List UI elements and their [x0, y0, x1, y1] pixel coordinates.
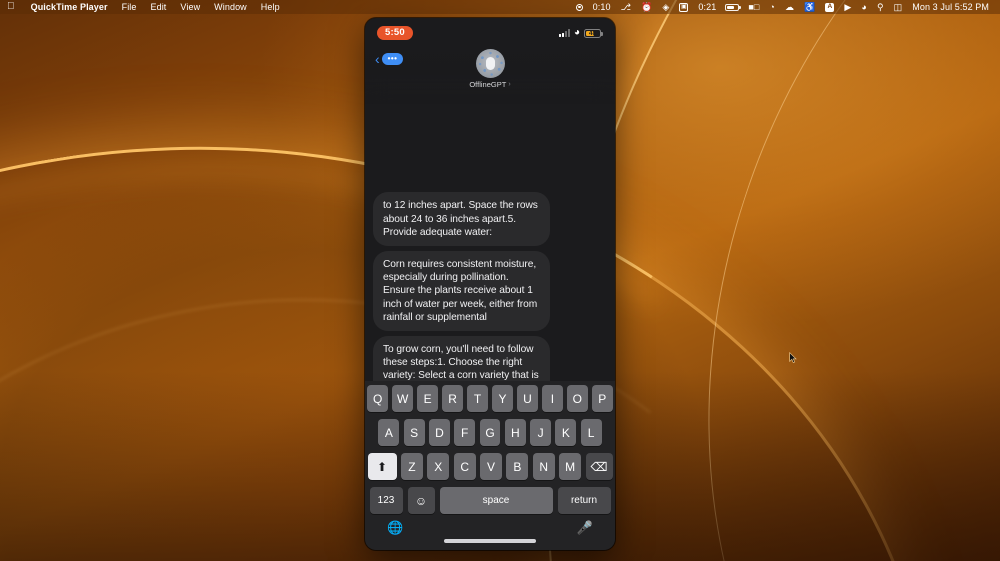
key-p[interactable]: P [592, 385, 613, 412]
key-q[interactable]: Q [367, 385, 388, 412]
key-f[interactable]: F [454, 419, 476, 446]
quicktime-iphone-mirror-window[interactable]: 5:50 ◕ 48 to 12 inches apart. Space the … [365, 18, 615, 550]
control-center-icon[interactable]: ◫ [889, 2, 908, 12]
message-bubble[interactable]: to 12 inches apart. Space the rows about… [373, 192, 550, 246]
menu-view[interactable]: View [173, 2, 207, 12]
letter-a-icon[interactable]: A [820, 2, 839, 12]
cloud-icon[interactable]: ☁ [780, 2, 799, 12]
key-z[interactable]: Z [401, 453, 423, 480]
key-r[interactable]: R [442, 385, 463, 412]
screen-recording-pill[interactable]: 5:50 [377, 25, 413, 41]
macos-desktop:  QuickTime Player File Edit View Window… [0, 0, 1000, 561]
key-i[interactable]: I [542, 385, 563, 412]
mouse-cursor [789, 352, 797, 364]
menu-bar-clock[interactable]: Mon 3 Jul 5:52 PM [907, 2, 994, 12]
key-d[interactable]: D [429, 419, 450, 446]
contact-info[interactable]: OfflineGPT › [469, 49, 511, 89]
search-icon[interactable]: ⚲ [872, 2, 889, 12]
contact-name: OfflineGPT [469, 80, 507, 89]
usb-icon[interactable]: ◔ [764, 2, 780, 12]
menu-bar-left:  QuickTime Player File Edit View Window… [0, 2, 287, 13]
battery-timer[interactable]: 0:21 [693, 2, 721, 12]
dropbox-icon[interactable]: ◈ [657, 2, 674, 12]
ios-status-bar: 5:50 ◕ 48 [365, 18, 615, 48]
battery-icon[interactable] [721, 3, 743, 11]
menu-file[interactable]: File [115, 2, 144, 12]
key-a[interactable]: A [378, 419, 400, 446]
key-j[interactable]: J [530, 419, 551, 446]
keyboard-row-1: Q W E R T Y U I O P [367, 385, 613, 412]
ios-keyboard: Q W E R T Y U I O P A S D F G H J K L ⬆ … [365, 381, 615, 550]
menu-help[interactable]: Help [254, 2, 287, 12]
apple-logo-icon[interactable]:  [7, 2, 15, 12]
avatar-glyph-icon [485, 57, 495, 70]
record-circle-icon[interactable] [571, 3, 588, 11]
key-e[interactable]: E [417, 385, 438, 412]
backspace-icon[interactable]: ⌫ [585, 453, 613, 480]
chevron-left-icon: ‹ [375, 51, 380, 67]
message-bubble[interactable]: Corn requires consistent moisture, espec… [373, 250, 550, 331]
key-c[interactable]: C [453, 453, 476, 480]
key-k[interactable]: K [555, 419, 577, 446]
wifi-icon: ◕ [573, 27, 580, 38]
battery-percent: 48 [588, 29, 597, 37]
key-u[interactable]: U [517, 385, 538, 412]
menu-window[interactable]: Window [207, 2, 254, 12]
screenshot-icon[interactable]: ▣ [674, 2, 693, 12]
home-indicator [444, 539, 536, 543]
wifi-icon[interactable]: ◕ [856, 2, 872, 12]
signal-bars-icon [558, 29, 570, 37]
key-b[interactable]: B [506, 453, 529, 480]
key-s[interactable]: S [403, 419, 425, 446]
key-w[interactable]: W [392, 385, 413, 412]
key-m[interactable]: M [559, 453, 582, 480]
key-x[interactable]: X [427, 453, 450, 480]
macos-menu-bar:  QuickTime Player File Edit View Window… [0, 0, 1000, 14]
unread-count-badge: ••• [381, 53, 404, 65]
screen-recording-timer[interactable]: 0:10 [588, 2, 616, 12]
contact-name-row: OfflineGPT › [469, 80, 510, 89]
shift-arrow-icon[interactable]: ⬆ [367, 453, 397, 480]
key-t[interactable]: T [467, 385, 488, 412]
status-right-group: ◕ 48 [558, 27, 603, 38]
bars-icon[interactable]: ■□ [743, 2, 764, 12]
menu-edit[interactable]: Edit [144, 2, 174, 12]
key-o[interactable]: O [567, 385, 588, 412]
headphones-icon[interactable]: ♿ [799, 2, 820, 12]
keyboard-row-3: ⬆ Z X C V B N M ⌫ [367, 453, 613, 480]
back-button[interactable]: ‹ ••• [375, 51, 404, 67]
globe-icon[interactable]: 🌐 [387, 520, 403, 536]
iphone-screen: 5:50 ◕ 48 to 12 inches apart. Space the … [365, 18, 615, 550]
conversation-header: ‹ ••• OfflineGPT › [365, 46, 615, 104]
microphone-icon[interactable]: 🎤 [577, 520, 593, 536]
battery-icon: 48 [584, 28, 603, 38]
key-v[interactable]: V [480, 453, 502, 480]
menu-app-name[interactable]: QuickTime Player [24, 2, 115, 12]
timemachine-icon[interactable]: ⏰ [636, 2, 657, 12]
play-circle-icon[interactable]: ▶ [839, 2, 856, 12]
key-g[interactable]: G [479, 419, 501, 446]
keyboard-bottom-bar: 🌐 🎤 [365, 506, 615, 550]
menu-bar-status-area: 0:10 ⎇ ⏰ ◈ ▣ 0:21 ■□ ◔ ☁ ♿ A ▶ ◕ ⚲ ◫ Mon… [571, 2, 1000, 12]
avatar[interactable] [475, 49, 505, 78]
bluetooth-icon[interactable]: ⎇ [616, 2, 636, 12]
chevron-right-icon: › [508, 81, 511, 88]
key-l[interactable]: L [580, 419, 602, 446]
key-y[interactable]: Y [492, 385, 513, 412]
key-h[interactable]: H [504, 419, 526, 446]
key-n[interactable]: N [532, 453, 555, 480]
keyboard-row-2: A S D F G H J K L [368, 419, 613, 446]
